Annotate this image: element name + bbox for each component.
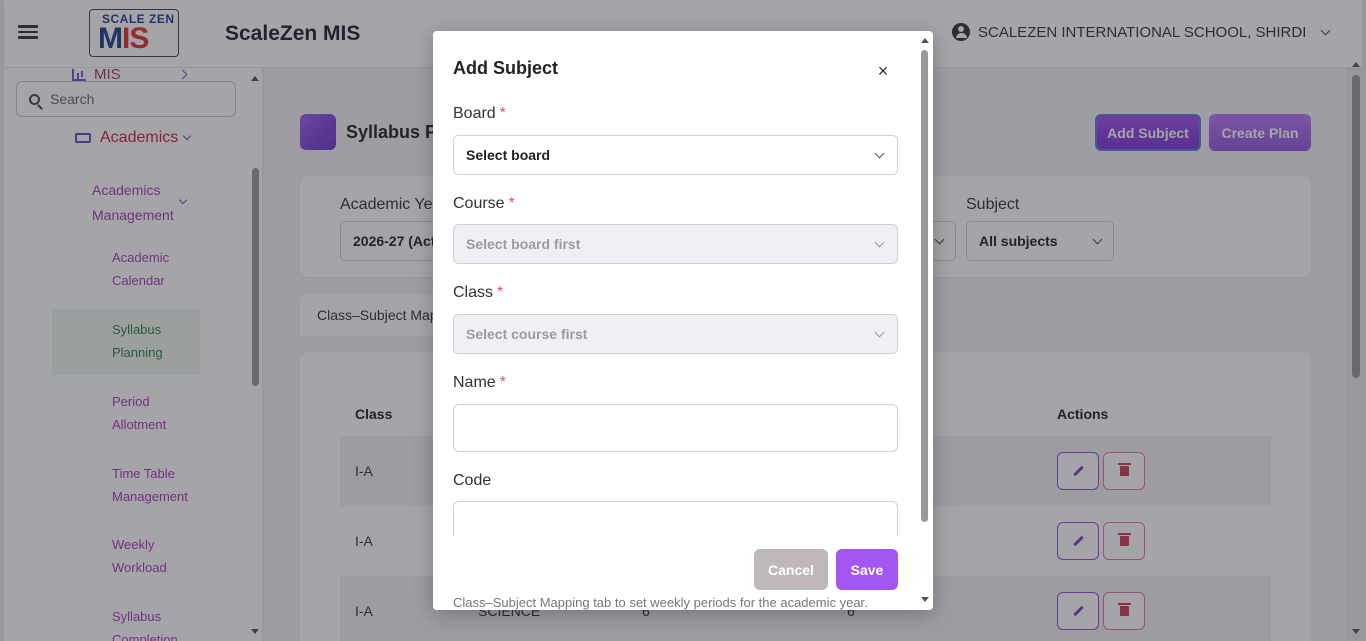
chevron-down-icon xyxy=(874,148,885,159)
course-select-value: Select board first xyxy=(466,236,581,252)
board-select[interactable]: Select board xyxy=(453,135,898,175)
board-select-value: Select board xyxy=(466,147,551,163)
chevron-down-icon xyxy=(874,237,885,248)
dialog-scrollbar[interactable] xyxy=(921,50,928,522)
helper-text: Class–Subject Mapping tab to set weekly … xyxy=(453,595,868,610)
class-label: Class * xyxy=(453,284,504,301)
chevron-down-icon xyxy=(874,327,885,338)
scroll-down-arrow-icon[interactable] xyxy=(921,597,929,602)
scroll-up-arrow-icon[interactable] xyxy=(921,38,929,43)
add-subject-dialog: Add Subject × Board * Select board Course… xyxy=(433,31,933,610)
name-label: Name * xyxy=(453,374,506,391)
class-select[interactable]: Select course first xyxy=(453,314,898,354)
close-button[interactable]: × xyxy=(871,59,895,83)
dialog-title: Add Subject xyxy=(453,58,559,78)
course-label: Course * xyxy=(453,195,515,212)
class-select-value: Select course first xyxy=(466,326,588,342)
board-label: Board * xyxy=(453,105,506,122)
cancel-button[interactable]: Cancel xyxy=(754,549,828,590)
code-label: Code xyxy=(453,472,492,489)
save-button[interactable]: Save xyxy=(836,549,898,590)
name-input[interactable] xyxy=(453,404,898,452)
course-select[interactable]: Select board first xyxy=(453,224,898,264)
dialog-footer: Cancel Save Class–Subject Mapping tab to… xyxy=(433,536,933,610)
close-icon: × xyxy=(877,60,889,81)
